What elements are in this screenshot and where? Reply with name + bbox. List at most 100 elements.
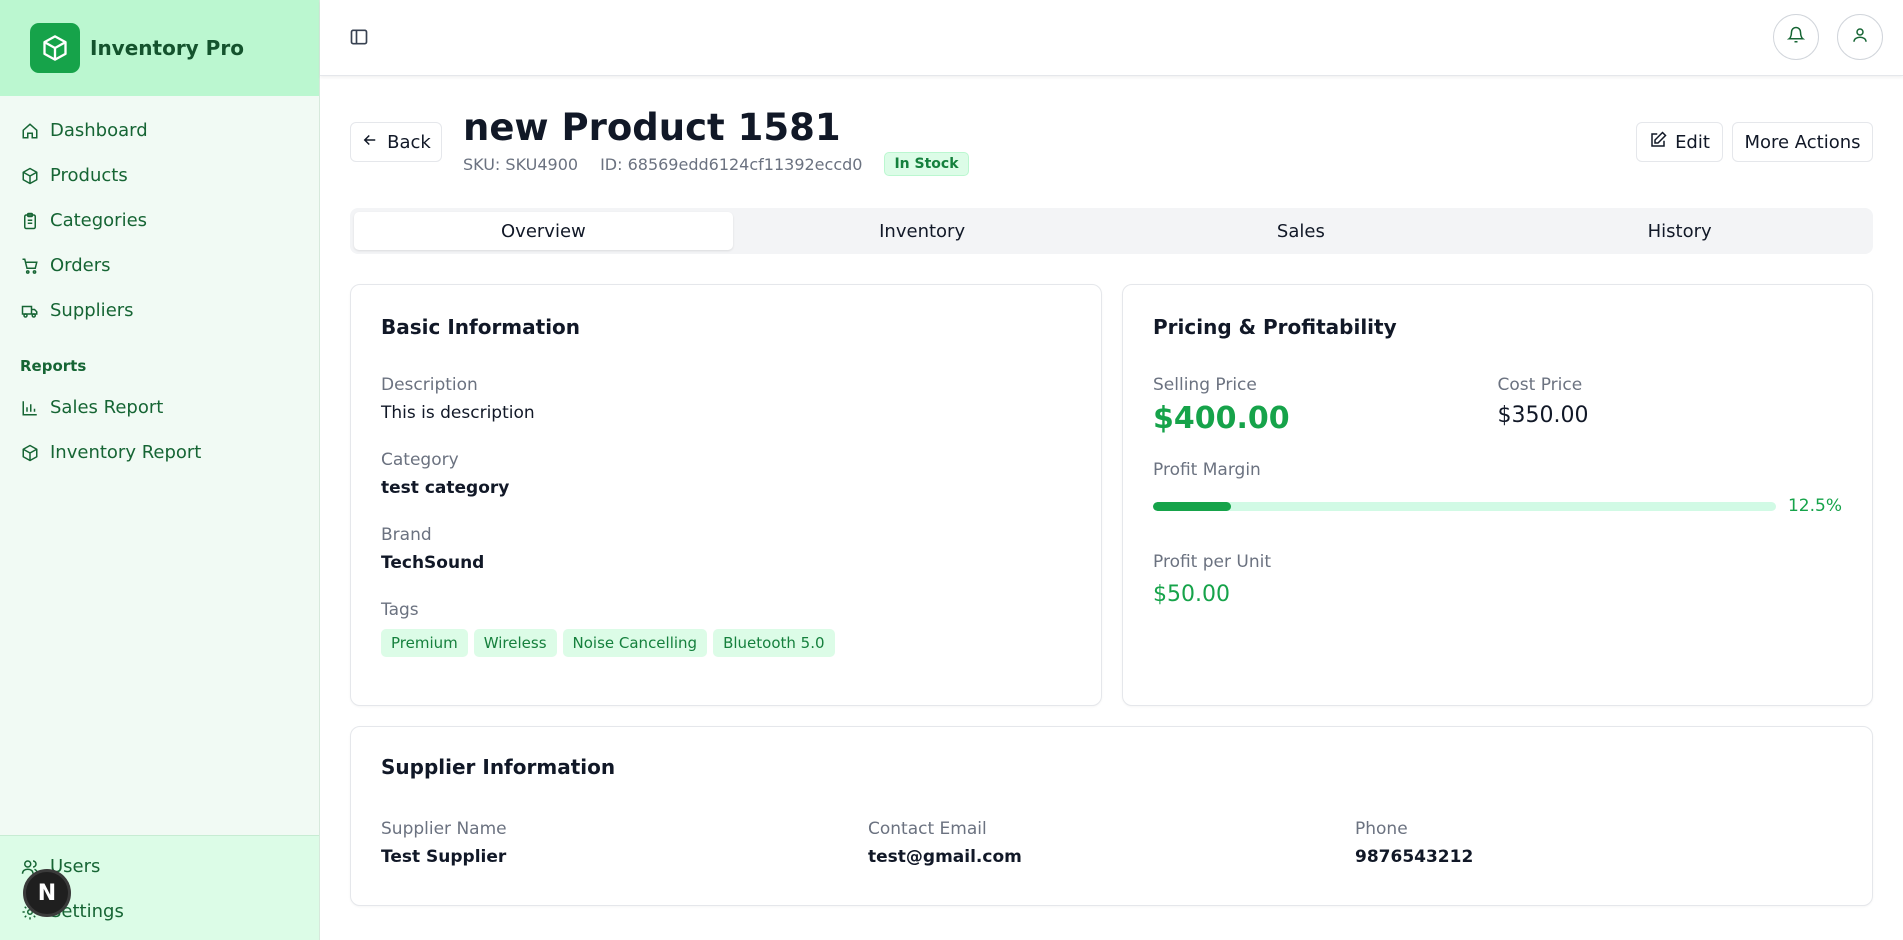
brand[interactable]: Inventory Pro <box>0 0 319 96</box>
user-menu-button[interactable] <box>1837 14 1883 60</box>
page-title: new Product 1581 <box>463 106 841 149</box>
selling-price-value: $400.00 <box>1153 401 1290 436</box>
field-label: Contact Email <box>868 819 987 839</box>
dev-tools-badge[interactable]: N <box>23 869 71 917</box>
tags-field: Tags Premium Wireless Noise Cancelling B… <box>381 600 1071 657</box>
field-label: Brand <box>381 525 432 545</box>
tag: Wireless <box>473 629 557 657</box>
more-actions-label: More Actions <box>1744 131 1861 153</box>
tag-list: Premium Wireless Noise Cancelling Blueto… <box>381 629 1071 657</box>
field-label: Category <box>381 450 459 470</box>
field-label: Cost Price <box>1497 375 1583 395</box>
status-badge: In Stock <box>884 152 969 176</box>
supplier-name-value: Test Supplier <box>381 847 507 867</box>
sidebar-item-dashboard[interactable]: Dashboard <box>0 108 319 153</box>
tag: Premium <box>381 629 468 657</box>
field-label: Description <box>381 375 478 395</box>
sidebar-item-label: Categories <box>50 210 148 231</box>
phone-field: Phone 9876543212 <box>1355 819 1842 867</box>
app-name: Inventory Pro <box>90 36 244 60</box>
back-label: Back <box>387 131 431 153</box>
field-label: Tags <box>381 600 419 620</box>
tab-history[interactable]: History <box>1490 212 1869 250</box>
supplier-information-card: Supplier Information Supplier Name Test … <box>350 726 1873 906</box>
field-label: Profit per Unit <box>1153 552 1271 572</box>
sku-text: SKU: SKU4900 <box>463 154 579 174</box>
bar-chart-icon <box>20 398 40 418</box>
cost-price-field: Cost Price $350.00 <box>1498 375 1843 436</box>
contact-email-value: test@gmail.com <box>868 847 1022 867</box>
tag: Bluetooth 5.0 <box>713 629 835 657</box>
reports-heading: Reports <box>20 357 87 375</box>
brand-value: TechSound <box>381 553 485 573</box>
tab-overview[interactable]: Overview <box>354 212 733 250</box>
edit-label: Edit <box>1675 131 1710 153</box>
profit-margin-field: Profit Margin 12.5% <box>1153 460 1842 516</box>
selling-price-field: Selling Price $400.00 <box>1153 375 1498 436</box>
product-meta: SKU: SKU4900 ID: 68569edd6124cf11392eccd… <box>463 152 991 176</box>
tab-sales[interactable]: Sales <box>1112 212 1491 250</box>
profit-margin-bar <box>1153 501 1776 511</box>
profit-margin-value: 12.5% <box>1787 496 1842 516</box>
field-label: Selling Price <box>1153 375 1257 395</box>
sidebar-item-label: Orders <box>50 255 111 276</box>
category-field: Category test category <box>381 450 1071 498</box>
sidebar-toggle-icon[interactable] <box>346 24 372 50</box>
edit-icon <box>1649 130 1675 154</box>
pricing-card: Pricing & Profitability Selling Price $4… <box>1122 284 1873 706</box>
overview-cards: Basic Information Description This is de… <box>350 284 1873 706</box>
sidebar-item-suppliers[interactable]: Suppliers <box>0 288 319 333</box>
description-value: This is description <box>381 403 535 423</box>
more-actions-button[interactable]: More Actions <box>1732 122 1873 162</box>
sidebar-item-sales-report[interactable]: Sales Report <box>0 385 319 430</box>
id-text: ID: 68569edd6124cf11392eccd0 <box>600 154 863 174</box>
sidebar-item-label: Inventory Report <box>50 442 202 463</box>
home-icon <box>20 121 40 141</box>
sidebar-item-label: Products <box>50 165 128 186</box>
contact-email-field: Contact Email test@gmail.com <box>868 819 1355 867</box>
cart-icon <box>20 256 40 276</box>
sidebar-item-label: Suppliers <box>50 300 134 321</box>
price-grid: Selling Price $400.00 Cost Price $350.00 <box>1153 375 1842 436</box>
notifications-button[interactable] <box>1773 14 1819 60</box>
package-logo-icon <box>30 23 80 73</box>
category-value: test category <box>381 478 510 498</box>
profit-margin-row: 12.5% <box>1153 496 1842 516</box>
field-label: Phone <box>1355 819 1408 839</box>
profit-per-unit-field: Profit per Unit $50.00 <box>1153 552 1842 607</box>
field-label: Profit Margin <box>1153 460 1261 480</box>
bell-icon <box>1786 26 1806 48</box>
package-icon <box>20 166 40 186</box>
cost-price-value: $350.00 <box>1497 403 1589 428</box>
main-content: Back new Product 1581 SKU: SKU4900 ID: 6… <box>350 76 1873 906</box>
edit-button[interactable]: Edit <box>1636 122 1723 162</box>
main-nav: Dashboard Products Categories Orders Sup… <box>0 96 319 475</box>
back-button[interactable]: Back <box>350 122 442 162</box>
page-header: Back new Product 1581 SKU: SKU4900 ID: 6… <box>350 76 1873 196</box>
brand-field: Brand TechSound <box>381 525 1071 573</box>
tab-bar: Overview Inventory Sales History <box>350 208 1873 254</box>
truck-icon <box>20 301 40 321</box>
arrow-left-icon <box>361 131 387 154</box>
sidebar-item-inventory-report[interactable]: Inventory Report <box>0 430 319 475</box>
supplier-name-field: Supplier Name Test Supplier <box>381 819 868 867</box>
profit-per-unit-value: $50.00 <box>1153 582 1230 607</box>
sidebar-item-label: Dashboard <box>50 120 148 141</box>
field-label: Supplier Name <box>381 819 507 839</box>
tab-inventory[interactable]: Inventory <box>733 212 1112 250</box>
sidebar-item-categories[interactable]: Categories <box>0 198 319 243</box>
clipboard-icon <box>20 211 40 231</box>
sidebar-item-label: Sales Report <box>50 397 164 418</box>
sidebar-item-orders[interactable]: Orders <box>0 243 319 288</box>
profit-margin-fill <box>1153 501 1231 511</box>
package-icon <box>20 443 40 463</box>
basic-information-card: Basic Information Description This is de… <box>350 284 1102 706</box>
card-title: Supplier Information <box>381 755 616 779</box>
supplier-grid: Supplier Name Test Supplier Contact Emai… <box>381 819 1842 867</box>
card-title: Pricing & Profitability <box>1153 315 1397 339</box>
phone-value: 9876543212 <box>1355 847 1474 867</box>
user-icon <box>1851 26 1869 48</box>
sidebar: Inventory Pro Dashboard Products Categor… <box>0 0 320 940</box>
description-field: Description This is description <box>381 375 1071 423</box>
sidebar-item-products[interactable]: Products <box>0 153 319 198</box>
